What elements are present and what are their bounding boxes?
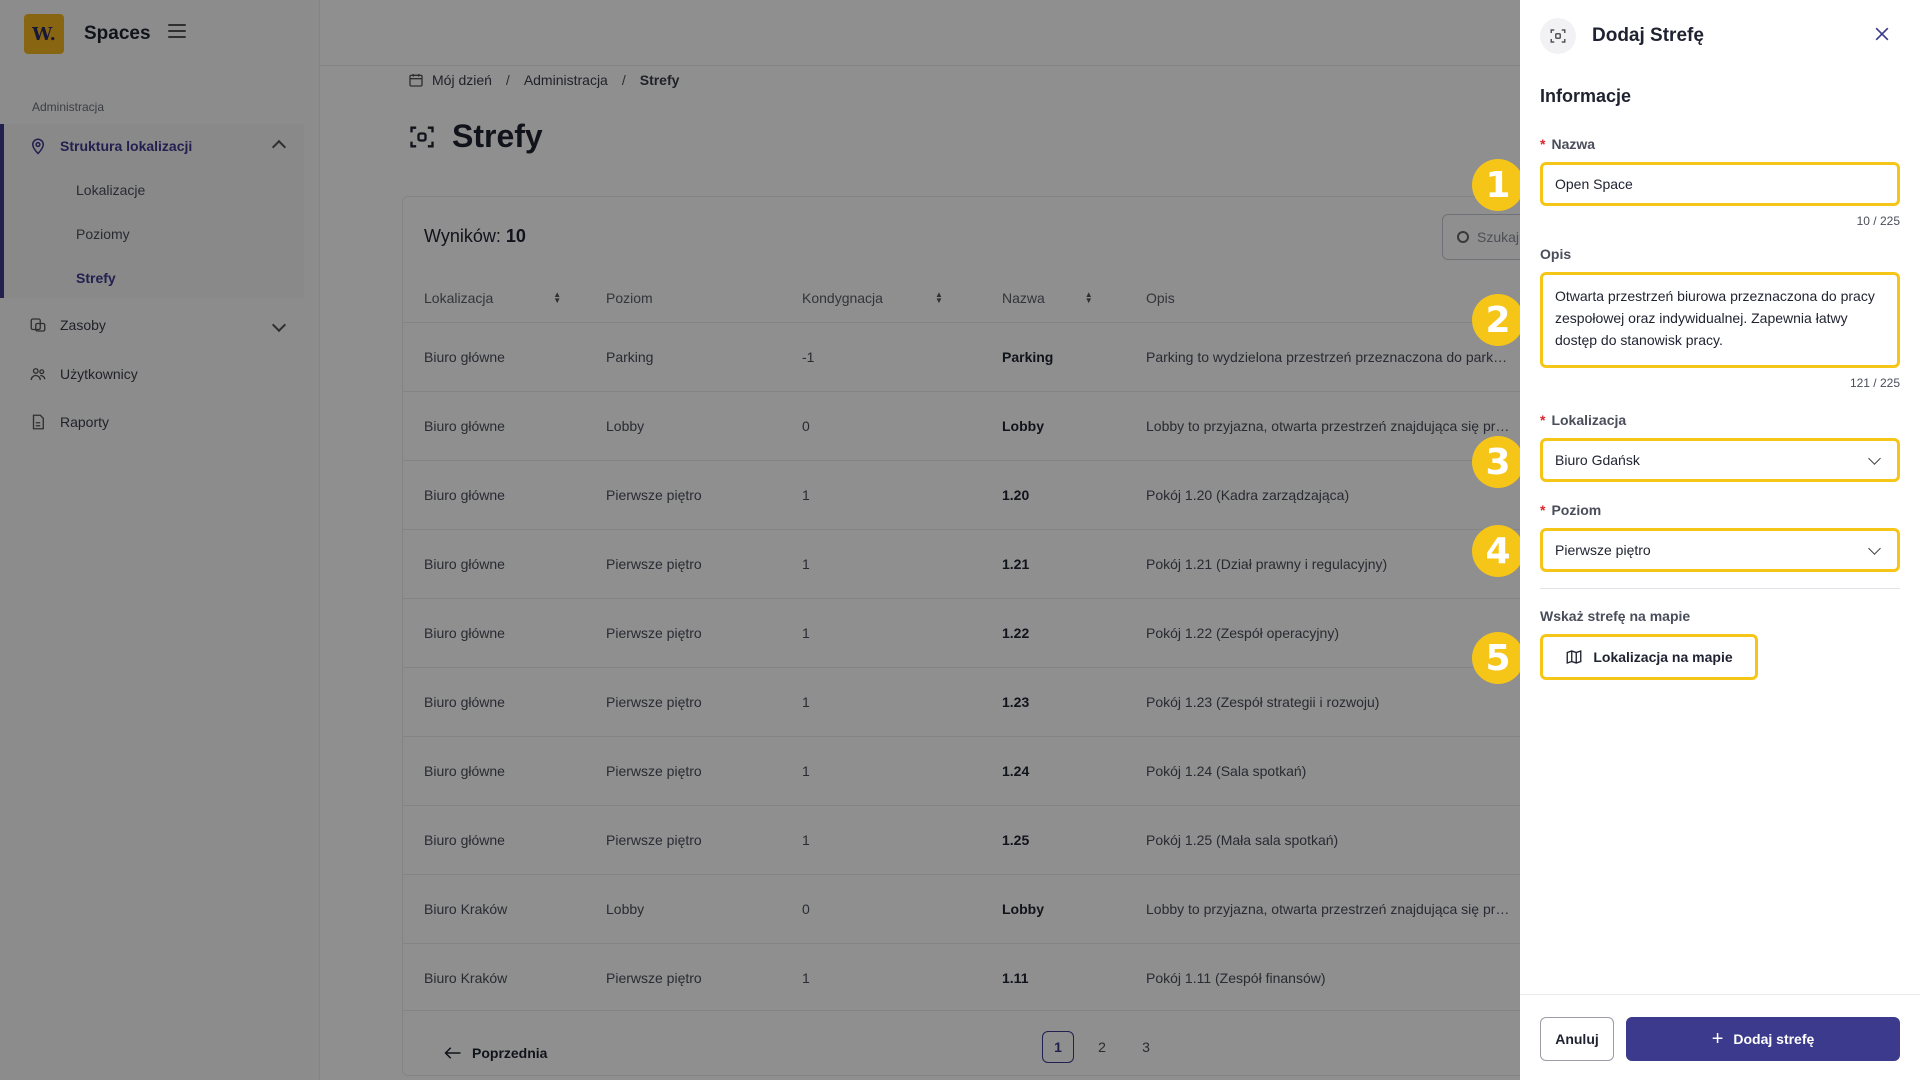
drawer-title: Dodaj Strefę — [1592, 25, 1704, 46]
name-char-counter: 10 / 225 — [1856, 214, 1900, 228]
location-select[interactable]: Biuro Gdańsk — [1540, 438, 1900, 482]
cancel-button[interactable]: Anuluj — [1540, 1017, 1614, 1061]
step-marker-2: 2 — [1472, 294, 1524, 346]
step-marker-5: 5 — [1472, 632, 1524, 684]
name-input[interactable] — [1540, 162, 1900, 206]
section-title: Informacje — [1540, 86, 1632, 106]
step-marker-1: 1 — [1472, 159, 1524, 211]
chevron-down-icon — [1868, 541, 1881, 555]
close-icon[interactable] — [1872, 24, 1892, 44]
level-select[interactable]: Pierwsze piętro — [1540, 528, 1900, 572]
drawer-header: Dodaj Strefę — [1540, 18, 1704, 54]
add-zone-drawer: Dodaj Strefę Informacje *Nazwa 10 / 225 … — [1520, 0, 1920, 1080]
location-on-map-button[interactable]: Lokalizacja na mapie — [1540, 634, 1758, 680]
chevron-down-icon — [1868, 451, 1881, 465]
level-label: * Poziom — [1540, 502, 1602, 518]
name-label: * Nazwa — [1540, 136, 1596, 152]
description-char-counter: 121 / 225 — [1849, 376, 1900, 390]
step-marker-4: 4 — [1472, 525, 1524, 577]
plus-icon: + — [1711, 1028, 1724, 1050]
location-label: * Lokalizacja — [1540, 412, 1627, 428]
divider — [1540, 588, 1900, 589]
description-textarea[interactable] — [1540, 272, 1900, 368]
description-label: Opis — [1540, 246, 1572, 262]
drawer-footer: Anuluj + Dodaj strefę — [1520, 994, 1920, 1080]
map-section-label: Wskaż strefę na mapie — [1540, 608, 1691, 624]
map-icon — [1566, 650, 1582, 664]
add-zone-button[interactable]: + Dodaj strefę — [1626, 1017, 1900, 1061]
step-marker-3: 3 — [1472, 436, 1524, 488]
zone-icon — [1540, 18, 1576, 54]
